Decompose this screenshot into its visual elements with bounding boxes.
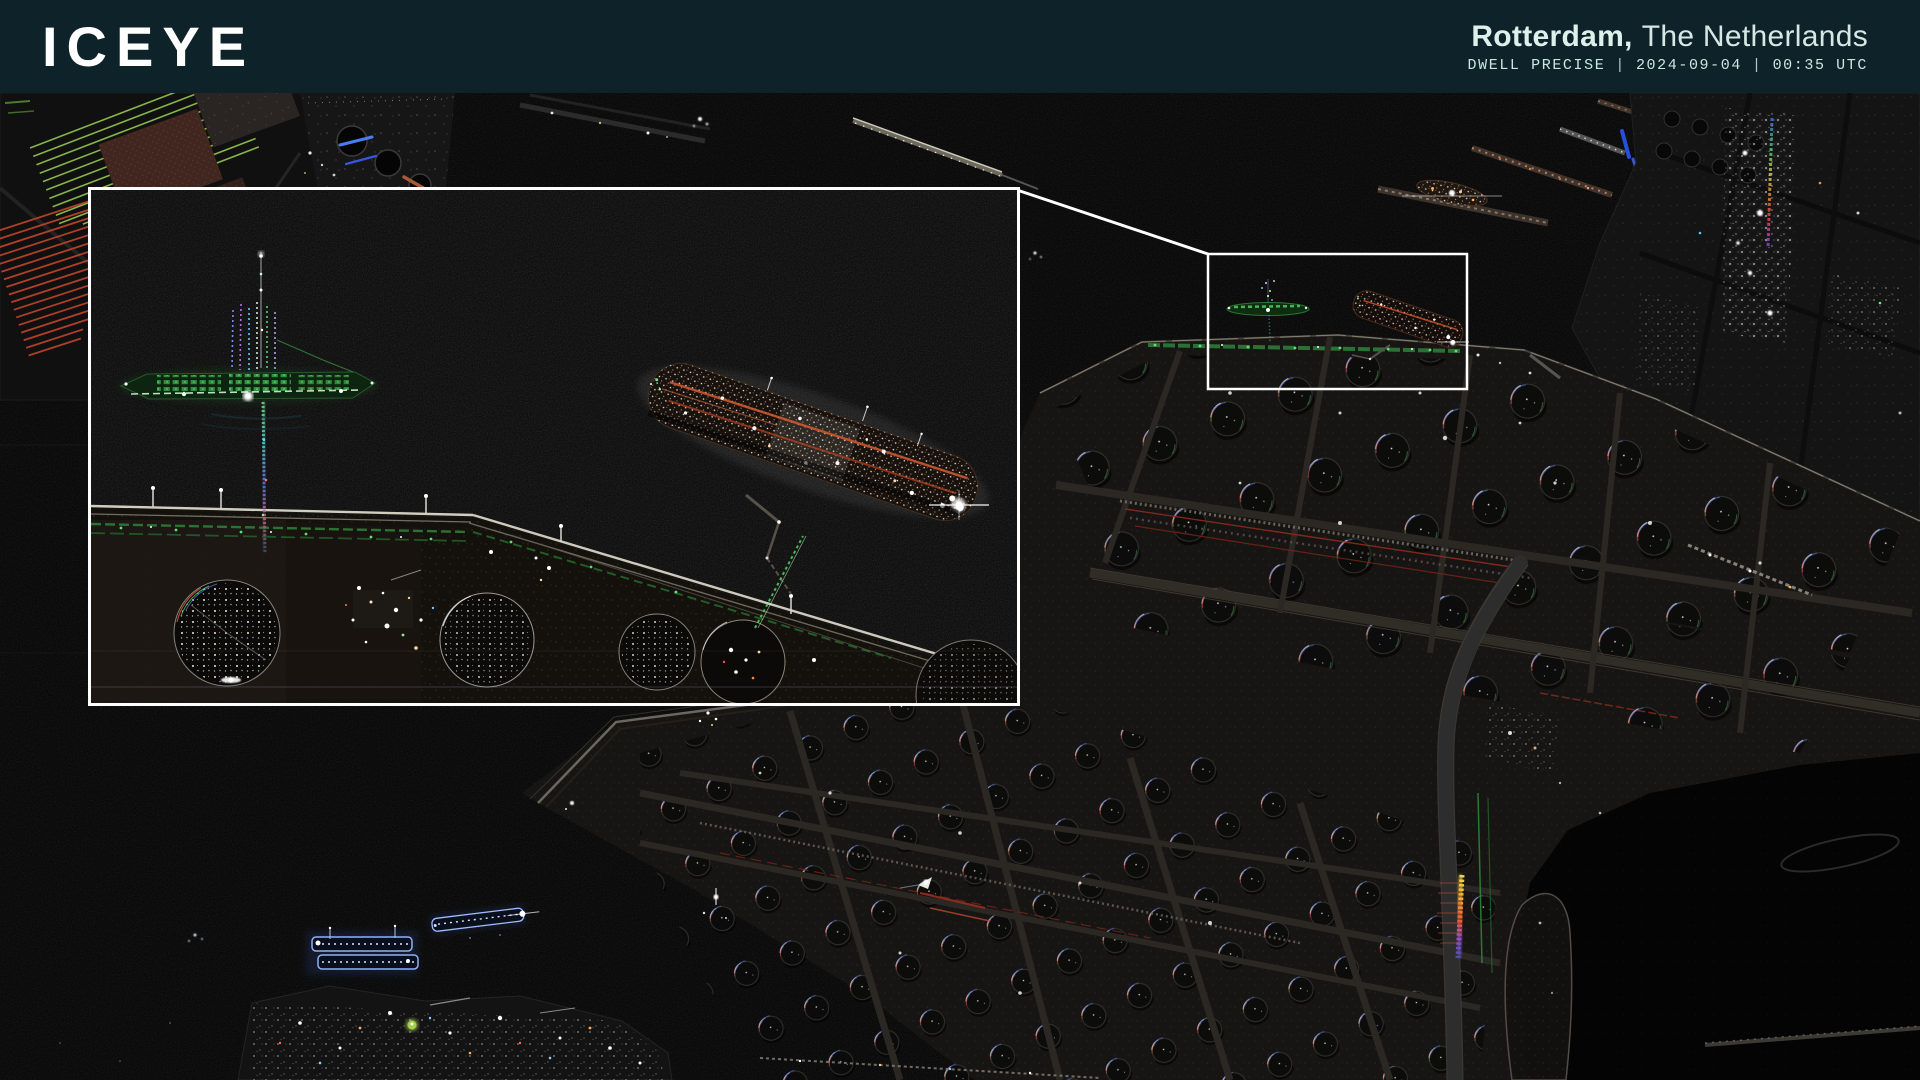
capture-mode: DWELL PRECISE: [1468, 57, 1606, 74]
capture-date: 2024-09-04: [1636, 57, 1742, 74]
meta-separator: |: [1752, 57, 1763, 74]
location-title: Rotterdam, The Netherlands: [1468, 20, 1868, 53]
inset-tank-b: [440, 593, 534, 687]
location-country: The Netherlands: [1642, 20, 1868, 53]
iceye-logo: ICEYE: [42, 19, 255, 75]
capture-info: Rotterdam, The Netherlands DWELL PRECISE |…: [1468, 20, 1868, 74]
meta-separator: |: [1615, 57, 1626, 74]
sar-image: [0, 93, 1920, 1080]
ship-blue-moored: [306, 925, 418, 975]
iceye-sar-product-view: ICEYE Rotterdam, The Netherlands DWELL PR…: [0, 0, 1920, 1080]
capture-time: 00:35 UTC: [1773, 57, 1868, 74]
header-bar: ICEYE Rotterdam, The Netherlands DWELL PR…: [0, 0, 1920, 93]
location-city: Rotterdam,: [1471, 20, 1632, 53]
capture-meta: DWELL PRECISE | 2024-09-04 | 00:35 UTC: [1468, 57, 1868, 74]
inset-tank-d: [701, 620, 785, 704]
inset-tank-c: [619, 614, 695, 690]
inset-tank-a: [174, 580, 280, 686]
inset-magnified-view: [90, 189, 1027, 751]
